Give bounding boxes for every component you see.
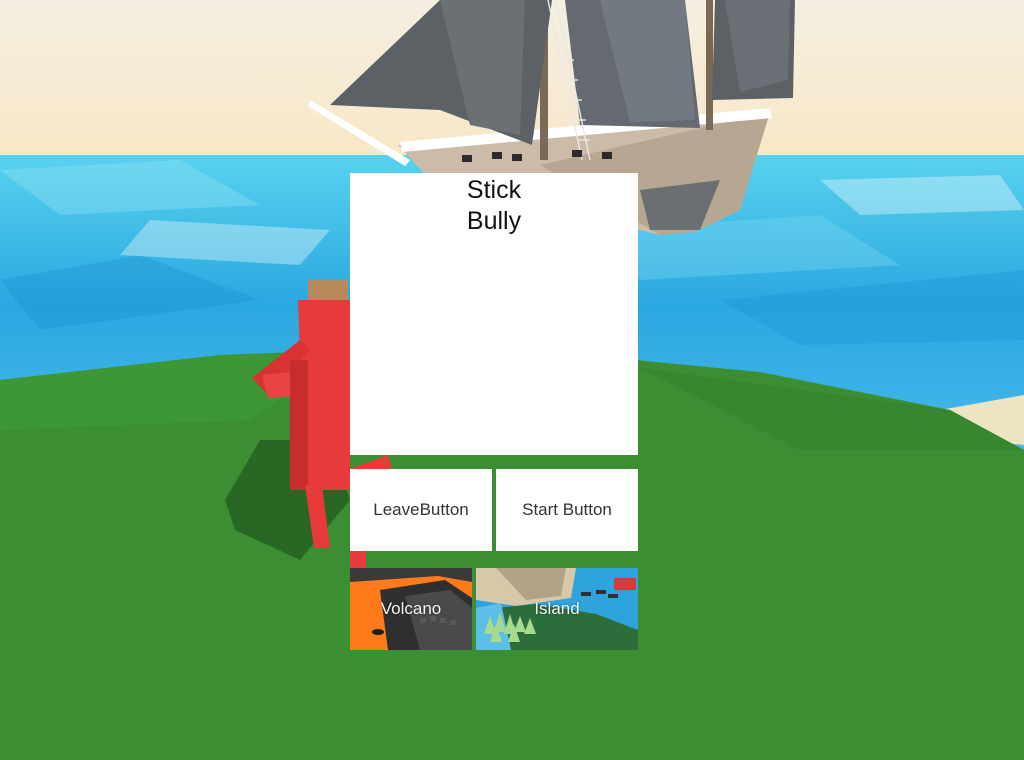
game-title: Stick Bully (350, 175, 638, 237)
map-island-label: Island (534, 599, 580, 618)
map-island-button[interactable]: Island (476, 568, 638, 650)
title-panel: Stick Bully (350, 173, 638, 455)
leave-button[interactable]: LeaveButton (350, 469, 492, 551)
start-button[interactable]: Start Button (496, 469, 638, 551)
map-volcano-label: Volcano (380, 599, 442, 618)
map-volcano-button[interactable]: Volcano (350, 568, 472, 650)
game-title-line-2: Bully (466, 207, 522, 235)
game-title-line-1: Stick (466, 176, 522, 204)
